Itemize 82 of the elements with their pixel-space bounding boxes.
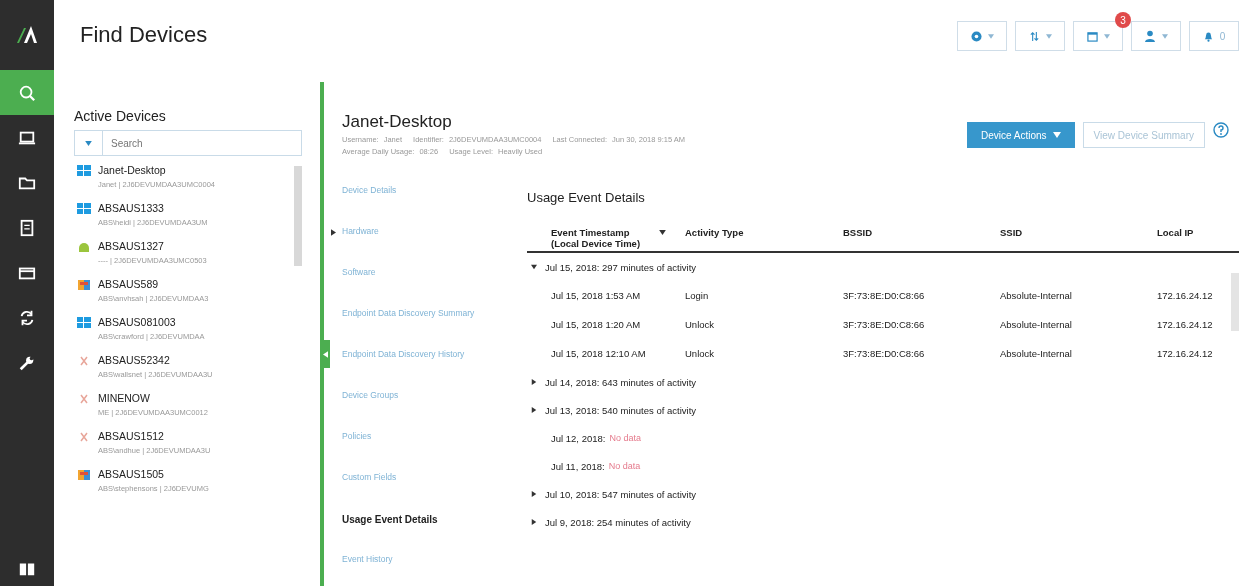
device-name: MINENOW <box>98 392 151 404</box>
windows-icon <box>77 165 91 177</box>
no-data-text: No data <box>609 433 641 443</box>
expand-icon <box>531 491 537 497</box>
table-cell-text: Unlock <box>685 319 716 330</box>
toolbar-button[interactable] <box>1015 21 1065 51</box>
expand-icon <box>531 519 537 525</box>
notification-count: 0 <box>1219 30 1226 42</box>
day-date: Jul 12, 2018: <box>551 432 606 444</box>
page-title: Find Devices <box>80 22 208 48</box>
toolbar-button[interactable] <box>957 21 1007 51</box>
device-name: ABSAUS081003 <box>98 316 177 328</box>
cross-icon <box>77 393 91 405</box>
windows-icon <box>77 317 91 329</box>
caret-icon <box>987 33 994 39</box>
collapse-handle[interactable] <box>320 340 330 368</box>
device-name: ABSAUS52342 <box>98 354 171 366</box>
cross-icon <box>77 355 91 367</box>
table-cell-text: 3F:73:8E:D0:C8:66 <box>843 290 926 301</box>
device-title: Janet-Desktop <box>342 112 453 132</box>
day-group-row[interactable]: Jul 10, 2018: 547 minutes of activity <box>527 480 1239 508</box>
table-cell-text: Jul 15, 2018 1:20 AM <box>551 319 642 330</box>
day-group-row[interactable]: Jul 9, 2018: 254 minutes of activity <box>527 508 1239 536</box>
device-name: ABSAUS589 <box>98 278 160 290</box>
cross-icon <box>77 431 91 443</box>
table-cell-text: Absolute-Internal <box>1000 290 1073 301</box>
expand-icon <box>531 407 537 413</box>
device-name: ABSAUS1512 <box>98 430 165 442</box>
filter-dropdown-button[interactable] <box>74 130 102 156</box>
day-group-row[interactable]: Jul 13, 2018: 540 minutes of activity <box>527 396 1239 424</box>
section-link[interactable]: Usage Event Details <box>330 512 527 553</box>
android-icon <box>77 241 91 253</box>
calendar-icon <box>1086 30 1098 42</box>
device-name: ABSAUS1505 <box>98 468 165 480</box>
caret-icon <box>1052 132 1061 138</box>
windows-icon <box>77 203 91 215</box>
table-cell-text: Jul 15, 2018 12:10 AM <box>551 348 647 359</box>
device-search-icon <box>18 83 36 102</box>
expand-icon <box>331 229 336 236</box>
table-cell-text: 172.16.24.12 <box>1157 348 1214 359</box>
table-cell-text: 172.16.24.12 <box>1157 290 1214 301</box>
column-header[interactable]: Event Timestamp (Local Device Time) <box>551 227 685 249</box>
notification-badge: 3 <box>1115 12 1131 28</box>
caret-icon <box>1045 33 1052 39</box>
column-header[interactable]: SSID <box>1000 227 1157 249</box>
toolbar-button[interactable] <box>1131 21 1181 51</box>
scrollbar[interactable] <box>1231 273 1239 331</box>
table-cell-text: Absolute-Internal <box>1000 319 1073 330</box>
device-name: ABSAUS1333 <box>98 202 165 214</box>
table-cell-text: Jul 15, 2018 1:53 AM <box>551 290 642 301</box>
caret-icon <box>1162 33 1168 39</box>
scrollbar[interactable] <box>294 166 302 266</box>
search-field[interactable]: Search <box>102 130 302 156</box>
column-header[interactable]: Activity Type <box>685 227 843 249</box>
column-header[interactable]: Local IP <box>1157 227 1239 249</box>
table-cell-text: Unlock <box>685 348 716 359</box>
sort-icon <box>1028 30 1040 42</box>
document-icon <box>18 218 36 237</box>
table-cell-text: Login <box>685 290 710 301</box>
device-name: ABSAUS1327 <box>98 240 165 252</box>
day-group-row[interactable]: Jul 15, 2018: 297 minutes of activity <box>527 253 1239 281</box>
table-cell-text: 3F:73:8E:D0:C8:66 <box>843 319 926 330</box>
day-group-row[interactable]: Jul 14, 2018: 643 minutes of activity <box>527 368 1239 396</box>
caret-icon <box>322 350 328 358</box>
column-header[interactable]: BSSID <box>843 227 1000 249</box>
collapse-icon <box>531 264 537 270</box>
expand-icon <box>531 379 537 385</box>
day-date: Jul 11, 2018: <box>551 460 605 472</box>
sync-icon <box>18 308 36 327</box>
user-icon <box>1144 30 1156 42</box>
table-cell-text: 3F:73:8E:D0:C8:66 <box>843 348 926 359</box>
section-title: Usage Event Details <box>527 190 646 205</box>
caret-icon <box>1103 33 1110 39</box>
panel-title: Active Devices <box>74 108 167 124</box>
device-name: Janet-Desktop <box>98 164 167 176</box>
caret-icon <box>85 140 92 146</box>
bell-icon <box>1202 30 1214 42</box>
help-icon[interactable] <box>1213 122 1229 138</box>
table-cell-text: 172.16.24.12 <box>1157 319 1214 330</box>
table-cell-text: Absolute-Internal <box>1000 348 1073 359</box>
gear-icon <box>970 30 982 42</box>
no-data-text: No data <box>608 461 641 471</box>
